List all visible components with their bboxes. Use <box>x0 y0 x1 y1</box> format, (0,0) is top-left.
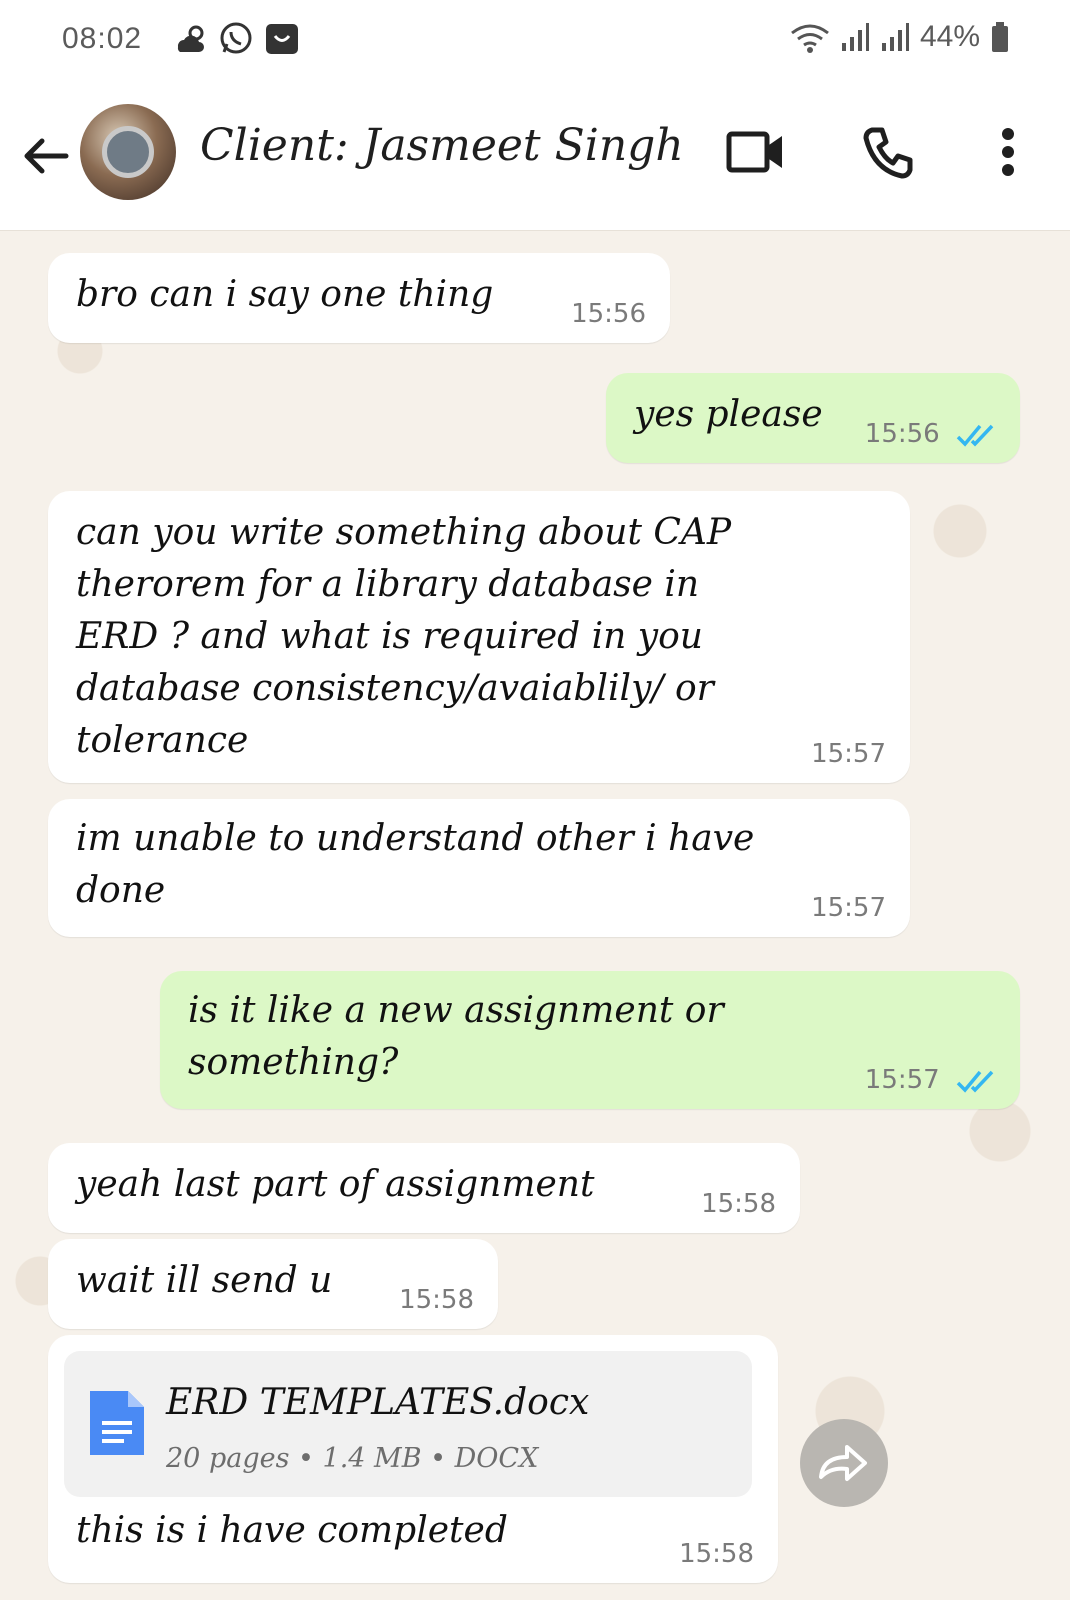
message-text-block: im unable to understand other i have don… <box>76 813 754 917</box>
message-line: done <box>76 870 166 911</box>
more-options-button[interactable] <box>976 120 1040 184</box>
message-line: tolerance <box>76 720 249 761</box>
weather-icon <box>177 25 204 52</box>
forward-icon <box>819 1445 867 1481</box>
message-bubble[interactable]: im unable to understand other i have don… <box>48 799 910 937</box>
message-line: ERD ? and what is required in you <box>76 616 703 657</box>
message-bubble[interactable]: can you write something about CAP theror… <box>48 491 910 783</box>
status-time: 08:02 <box>62 22 143 55</box>
message-text-block: is it like a new assignment or something… <box>188 985 724 1089</box>
back-button[interactable] <box>20 130 72 182</box>
message-time-status: 15:56 <box>865 419 998 449</box>
signal-icon <box>841 23 869 51</box>
document-icon <box>90 1391 144 1455</box>
avatar-image <box>102 126 154 178</box>
message-time: 15:58 <box>679 1539 754 1569</box>
video-call-icon <box>726 131 782 173</box>
avatar[interactable] <box>80 104 176 200</box>
document-meta: 20 pages • 1.4 MB • DOCX <box>166 1443 539 1474</box>
message-time-status: 15:57 <box>865 1065 998 1095</box>
back-arrow-icon <box>24 138 69 174</box>
video-call-button[interactable] <box>724 120 788 184</box>
chat-area[interactable]: bro can i say one thing 15:56 yes please… <box>0 231 1070 1600</box>
message-line: is it like a new assignment or <box>188 990 724 1031</box>
more-options-icon <box>1002 128 1014 176</box>
message-text: wait ill send u <box>76 1260 333 1301</box>
shop-icon <box>266 24 298 54</box>
status-system-icons: 44% <box>790 20 1010 54</box>
message-time: 15:56 <box>571 299 646 329</box>
message-line: im unable to understand other i have <box>76 818 755 859</box>
message-text: yeah last part of assignment <box>76 1164 595 1205</box>
voice-call-icon <box>863 127 913 179</box>
whatsapp-icon <box>220 22 252 54</box>
message-line: therorem for a library database in <box>76 564 700 605</box>
voice-call-button[interactable] <box>856 120 920 184</box>
battery-icon <box>992 22 1008 52</box>
message-bubble[interactable]: is it like a new assignment or something… <box>160 971 1020 1109</box>
message-time: 15:58 <box>399 1285 474 1315</box>
message-time: 15:58 <box>701 1189 776 1219</box>
message-time: 15:57 <box>811 893 886 923</box>
status-notification-icons <box>172 20 300 56</box>
contact-name[interactable]: Client: Jasmeet Singh <box>200 120 684 171</box>
status-bar: 08:02 44% <box>0 0 1070 90</box>
document-name: ERD TEMPLATES.docx <box>166 1382 590 1423</box>
message-bubble-document[interactable]: ERD TEMPLATES.docx 20 pages • 1.4 MB • D… <box>48 1335 778 1583</box>
message-line: database consistency/avaiablily/ or <box>76 668 714 709</box>
signal-icon-2 <box>881 23 909 51</box>
message-text: bro can i say one thing <box>76 274 494 315</box>
message-text-block: can you write something about CAP theror… <box>76 507 731 767</box>
message-line: something? <box>188 1042 399 1083</box>
message-bubble[interactable]: bro can i say one thing 15:56 <box>48 253 670 343</box>
message-time: 15:57 <box>811 739 886 769</box>
message-time: 15:56 <box>864 419 940 449</box>
chat-header: Client: Jasmeet Singh <box>0 90 1070 231</box>
message-bubble[interactable]: yeah last part of assignment 15:58 <box>48 1143 800 1233</box>
forward-button[interactable] <box>800 1419 888 1507</box>
read-receipt-icon <box>956 1070 994 1093</box>
document-attachment[interactable]: ERD TEMPLATES.docx 20 pages • 1.4 MB • D… <box>64 1351 752 1497</box>
read-receipt-icon <box>956 424 994 447</box>
message-line: can you write something about CAP <box>76 512 732 553</box>
message-text: this is i have completed <box>76 1510 508 1551</box>
message-time: 15:57 <box>864 1065 940 1095</box>
battery-percent: 44% <box>919 20 980 53</box>
message-text: yes please <box>634 394 823 435</box>
message-bubble[interactable]: yes please 15:56 <box>606 373 1020 463</box>
message-bubble[interactable]: wait ill send u 15:58 <box>48 1239 498 1329</box>
wifi-icon <box>791 24 829 53</box>
